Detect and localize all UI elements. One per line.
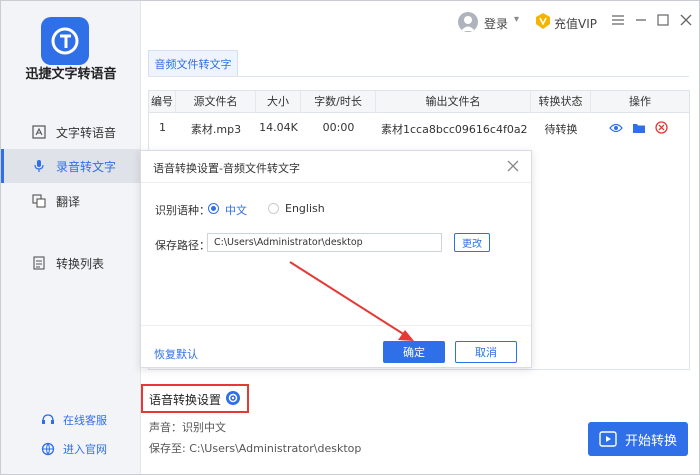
column-header: 操作 (629, 95, 651, 108)
save-path-label: 保存路径： (155, 239, 210, 252)
column-header: 输出文件名 (376, 91, 531, 113)
column-header: 转换状态 (531, 91, 591, 113)
tab-divider (148, 76, 689, 77)
play-icon (599, 430, 617, 448)
customer-service-icon (41, 413, 55, 427)
language-label: 识别语种： (155, 204, 210, 217)
column-header: 字数/时长 (301, 91, 376, 113)
vip-icon (535, 12, 551, 30)
translate-icon (31, 193, 47, 209)
sidebar-item-label: 翻译 (56, 194, 81, 209)
cell-output-file: 素材1cca8bcc09616c4f0a2... (381, 123, 527, 136)
sidebar-item-text-to-speech[interactable]: 文字转语音 (1, 115, 141, 149)
change-path-button[interactable]: 更改 (454, 233, 490, 252)
start-conversion-button[interactable]: 开始转换 (588, 422, 688, 456)
customer-service-link[interactable]: 在线客服 (41, 412, 107, 428)
open-folder-icon[interactable] (632, 122, 646, 134)
column-header: 大小 (256, 91, 301, 113)
radio-chinese-label[interactable]: 中文 (225, 202, 247, 218)
radio-english-label[interactable]: English (285, 202, 325, 215)
sidebar-item-conversion-list[interactable]: 转换列表 (1, 246, 141, 280)
tab-audio-to-text[interactable]: 音频文件转文字 (148, 50, 238, 76)
avatar[interactable] (458, 12, 478, 32)
menu-icon[interactable] (609, 11, 627, 29)
dialog-title: 语音转换设置-音频文件转文字 (153, 162, 300, 175)
save-path-input[interactable] (207, 233, 442, 252)
column-header: 源文件名 (176, 91, 256, 113)
cell-index: 1 (159, 121, 166, 134)
voice-settings-dialog: 语音转换设置-音频文件转文字 识别语种： 中文 English 保存路径： 更改… (140, 150, 532, 368)
confirm-button[interactable]: 确定 (383, 341, 445, 363)
conversion-list-icon (31, 255, 47, 271)
start-conversion-label: 开始转换 (624, 433, 677, 449)
voice-info: 声音：识别中文 (149, 421, 226, 434)
chevron-down-icon[interactable]: ▾ (514, 14, 519, 25)
radio-english[interactable] (268, 203, 279, 214)
cancel-button[interactable]: 取消 (455, 341, 517, 363)
text-to-speech-icon (31, 124, 47, 140)
microphone-icon (31, 158, 47, 174)
column-header: 编号 (149, 91, 176, 113)
reset-default-link[interactable]: 恢复默认 (154, 346, 198, 362)
minimize-icon[interactable] (632, 11, 650, 29)
dialog-close-icon[interactable] (506, 159, 520, 173)
dialog-header: 语音转换设置-音频文件转文字 (141, 151, 531, 183)
save-path-info: 保存至: C:\Users\Administrator\desktop (149, 442, 362, 455)
app-name: 迅捷文字转语音 (25, 67, 117, 82)
radio-chinese[interactable] (208, 203, 219, 214)
title-bar: 登录 ▾ 充值VIP (142, 1, 699, 41)
official-site-label: 进入官网 (63, 443, 107, 456)
login-link[interactable]: 登录 (484, 15, 508, 32)
vip-recharge-link[interactable]: 充值VIP (554, 15, 597, 32)
customer-service-label: 在线客服 (63, 414, 107, 427)
cell-status: 待转换 (544, 123, 578, 136)
cell-source-file: 素材.mp3 (190, 123, 242, 136)
preview-eye-icon[interactable] (609, 122, 623, 134)
maximize-icon[interactable] (654, 11, 672, 29)
table-header: 编号 源文件名 大小 字数/时长 输出文件名 转换状态 操作 (149, 91, 689, 113)
voice-settings-label: 语音转换设置 (149, 393, 222, 407)
delete-icon[interactable] (655, 121, 668, 134)
sidebar-item-label: 转换列表 (56, 256, 105, 271)
official-site-link[interactable]: 进入官网 (41, 441, 107, 457)
globe-icon (41, 442, 55, 456)
sidebar-item-label: 录音转文字 (56, 159, 117, 174)
cell-duration: 00:00 (322, 121, 355, 134)
sidebar: 迅捷文字转语音 文字转语音 录音转文字 翻译 转换列表 在线客服 进入官网 (1, 1, 141, 474)
sidebar-item-translate[interactable]: 翻译 (1, 184, 141, 218)
app-logo (41, 17, 89, 65)
cell-size: 14.04K (259, 121, 298, 134)
sidebar-item-label: 文字转语音 (56, 125, 117, 140)
gear-icon[interactable] (225, 390, 241, 406)
close-icon[interactable] (677, 11, 695, 29)
dialog-divider (141, 325, 531, 326)
sidebar-item-speech-to-text[interactable]: 录音转文字 (1, 149, 141, 183)
